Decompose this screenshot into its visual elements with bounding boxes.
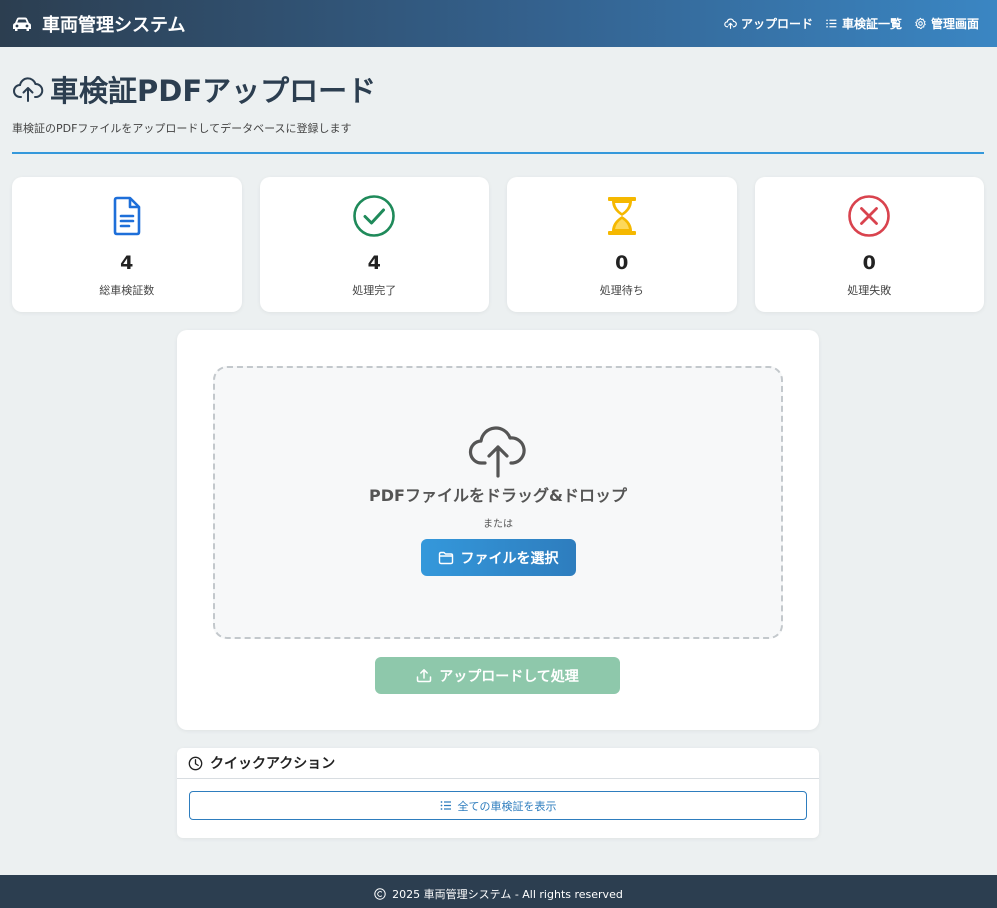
stat-value: 0: [862, 252, 876, 274]
list-icon: [826, 19, 837, 28]
select-file-label: ファイルを選択: [460, 550, 559, 567]
stats-row: 4 総車検証数 4 処理完了 0 処理待ち 0 処理失敗: [12, 177, 984, 312]
cloud-upload-icon: [13, 77, 44, 102]
upload-submit-label: アップロードして処理: [439, 668, 579, 685]
footer: 2025 車両管理システム - All rights reserved: [0, 875, 997, 908]
upload-submit-button[interactable]: アップロードして処理: [375, 657, 620, 694]
nav-links: アップロード 車検証一覧 管理画面: [724, 15, 979, 32]
drop-text: PDFファイルをドラッグ&ドロップ: [369, 486, 627, 505]
copyright-icon: [374, 887, 386, 900]
cloud-upload-icon: [468, 426, 526, 478]
stat-value: 4: [367, 252, 381, 274]
gear-icon: [915, 17, 926, 30]
select-file-button[interactable]: ファイルを選択: [420, 539, 576, 576]
nav-link-upload[interactable]: アップロード: [724, 15, 813, 32]
stat-value: 4: [120, 252, 134, 274]
show-all-button[interactable]: 全ての車検証を表示: [189, 791, 807, 820]
stat-label: 処理待ち: [599, 284, 644, 297]
nav-link-admin[interactable]: 管理画面: [914, 15, 979, 32]
quick-actions-title: クイックアクション: [210, 756, 336, 772]
cloud-upload-icon: [724, 18, 737, 29]
x-circle-icon: [848, 195, 891, 237]
stat-card-completed: 4 処理完了: [259, 177, 489, 312]
brand-title: 車両管理システム: [42, 14, 186, 36]
nav-link-label: アップロード: [740, 17, 813, 31]
or-text: または: [483, 519, 513, 530]
clock-icon: [188, 756, 203, 770]
list-icon: [440, 801, 451, 810]
stat-card-pending: 0 処理待ち: [507, 177, 737, 312]
page-title: 車検証PDFアップロード: [12, 68, 984, 110]
nav-link-list[interactable]: 車検証一覧: [825, 15, 902, 32]
check-circle-icon: [353, 195, 396, 237]
footer-text: 2025 車両管理システム - All rights reserved: [392, 887, 623, 901]
quick-actions-card: クイックアクション 全ての車検証を表示: [177, 748, 819, 838]
stat-card-total: 4 総車検証数: [12, 177, 242, 312]
stat-card-failed: 0 処理失敗: [754, 177, 984, 312]
stat-label: 処理完了: [352, 284, 397, 297]
quick-actions-header: クイックアクション: [177, 748, 819, 779]
page-title-text: 車検証PDFアップロード: [50, 74, 377, 108]
brand[interactable]: 車両管理システム: [12, 11, 185, 37]
car-icon: [13, 17, 31, 31]
stat-label: 処理失敗: [847, 284, 892, 297]
upload-icon: [416, 669, 432, 683]
nav-link-label: 管理画面: [930, 17, 979, 31]
hourglass-icon: [607, 197, 636, 235]
dropzone[interactable]: PDFファイルをドラッグ&ドロップ または ファイルを選択: [213, 366, 783, 639]
folder-icon: [438, 551, 453, 564]
stat-value: 0: [615, 252, 629, 274]
document-icon: [113, 196, 141, 236]
upload-card: PDFファイルをドラッグ&ドロップ または ファイルを選択 アップロードして処理: [177, 330, 819, 730]
navbar: 車両管理システム アップロード 車検証一覧 管理画面: [0, 0, 997, 47]
nav-link-label: 車検証一覧: [841, 17, 902, 31]
page-header: 車検証PDFアップロード 車検証のPDFファイルをアップロードしてデータベースに…: [12, 68, 984, 154]
show-all-label: 全ての車検証を表示: [457, 799, 557, 813]
page-subtitle: 車検証のPDFファイルをアップロードしてデータベースに登録します: [12, 122, 352, 135]
stat-label: 総車検証数: [99, 284, 155, 297]
